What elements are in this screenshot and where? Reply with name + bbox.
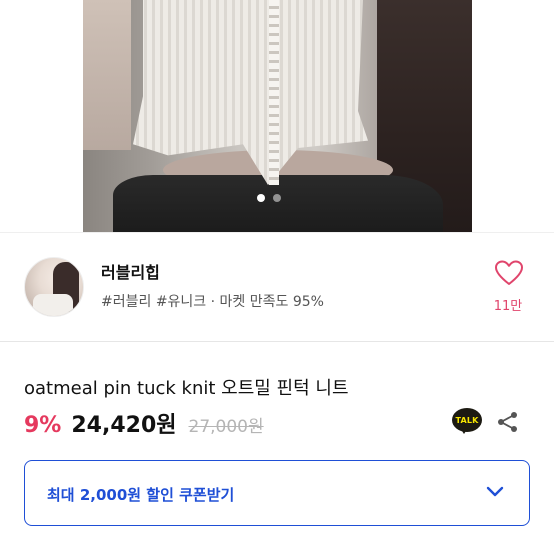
coupon-button[interactable]: 최대 2,000원 할인 쿠폰받기: [24, 460, 530, 526]
product-image-gallery[interactable]: [0, 0, 554, 232]
sale-price: 24,420원: [71, 413, 177, 438]
talk-icon[interactable]: TALK: [452, 408, 482, 436]
discount-rate: 9%: [24, 413, 62, 438]
gallery-dot-1[interactable]: [257, 194, 265, 202]
shop-info-row: 러블리힙 #러블리 #유니크 · 마켓 만족도 95% 11만: [0, 232, 554, 342]
product-title: oatmeal pin tuck knit 오트밀 핀턱 니트: [24, 378, 349, 399]
like-count: 11만: [493, 299, 523, 314]
heart-icon[interactable]: [494, 259, 524, 287]
photo-placket: [269, 0, 279, 185]
shop-name[interactable]: 러블리힙: [101, 259, 160, 283]
gallery-pagination: [257, 194, 281, 202]
talk-bubble-tail: [460, 428, 468, 434]
shop-avatar[interactable]: [24, 257, 84, 317]
original-price: 27,000원: [188, 417, 264, 437]
avatar-body: [33, 294, 73, 316]
photo-bg: [83, 0, 131, 150]
share-icon[interactable]: [497, 411, 519, 433]
coupon-label: 최대 2,000원 할인 쿠폰받기: [47, 486, 235, 504]
shop-meta: #러블리 #유니크 · 마켓 만족도 95%: [101, 294, 324, 310]
chevron-down-icon: [486, 486, 504, 497]
price-row: 9% 24,420원 27,000원: [24, 407, 264, 439]
gallery-dot-2[interactable]: [273, 194, 281, 202]
